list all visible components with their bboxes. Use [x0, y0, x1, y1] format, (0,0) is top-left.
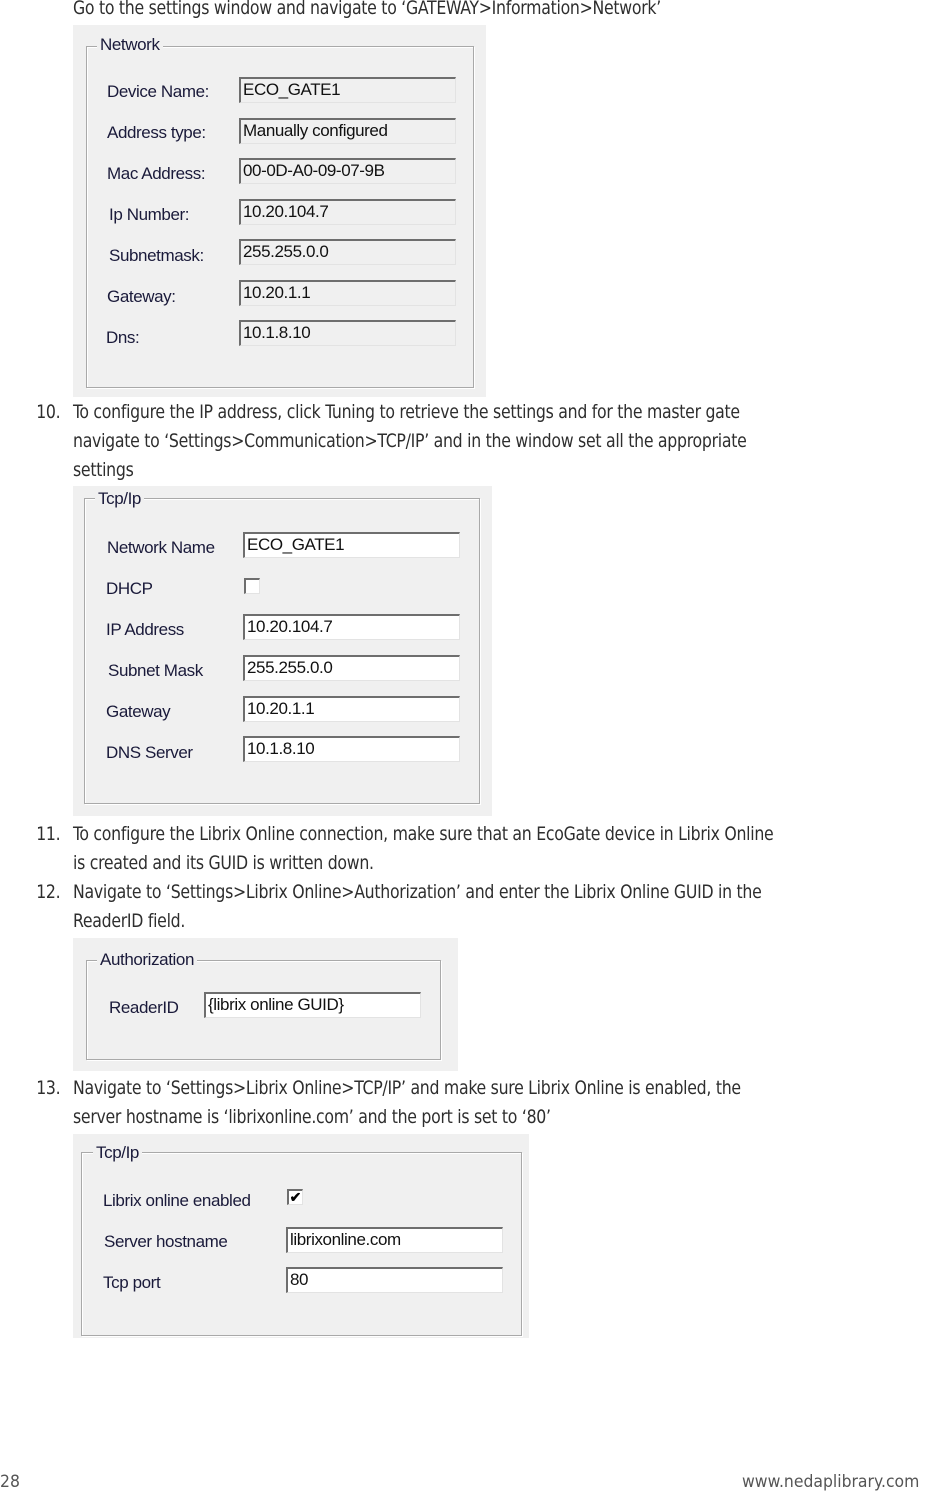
address-type-field: Manually configured: [239, 118, 456, 144]
gateway-label: Gateway: [106, 702, 171, 721]
subnetmask-label: Subnetmask:: [109, 246, 204, 265]
network-name-label: Network Name: [107, 538, 215, 557]
footer-website[interactable]: www.nedaplibrary.com: [742, 1472, 919, 1492]
ip-number-field: 10.20.104.7: [239, 199, 456, 225]
ip-address-input[interactable]: 10.20.104.7: [243, 614, 460, 640]
step-number: 13.: [36, 1077, 61, 1099]
intro-text: Go to the settings window and navigate t…: [73, 0, 661, 19]
step-10: 10. To configure the IP address, click T…: [36, 398, 747, 485]
tcpip-settings-panel: Tcp/Ip Network Name ECO_GATE1 DHCP IP Ad…: [73, 486, 492, 816]
dns-server-input[interactable]: 10.1.8.10: [243, 736, 460, 762]
step-line: settings: [73, 459, 134, 481]
step-line: is created and its GUID is written down.: [73, 852, 374, 874]
authorization-panel: Authorization ReaderID {librix online GU…: [73, 938, 458, 1071]
checkmark-icon: ✔: [289, 1189, 302, 1205]
step-line: To configure the Librix Online connectio…: [73, 823, 774, 845]
librix-enabled-label: Librix online enabled: [103, 1191, 251, 1210]
step-line: server hostname is ‘librixonline.com’ an…: [73, 1106, 551, 1128]
ip-number-label: Ip Number:: [109, 205, 190, 224]
tcpip-groupbox-title: Tcp/Ip: [95, 489, 144, 509]
dhcp-checkbox[interactable]: [244, 578, 260, 594]
subnetmask-field: 255.255.0.0: [239, 239, 456, 265]
network-info-panel: Network Device Name: ECO_GATE1 Address t…: [73, 25, 486, 397]
mac-address-label: Mac Address:: [107, 164, 206, 183]
device-name-label: Device Name:: [107, 82, 209, 101]
step-number: 11.: [36, 823, 61, 845]
librix-tcpip-panel: Tcp/Ip Librix online enabled ✔ Server ho…: [73, 1134, 529, 1338]
network-groupbox-title: Network: [97, 35, 163, 55]
mac-address-field: 00-0D-A0-09-07-9B: [239, 158, 456, 184]
step-11: 11. To configure the Librix Online conne…: [36, 820, 774, 878]
dhcp-label: DHCP: [106, 579, 153, 598]
gateway-label: Gateway:: [107, 287, 176, 306]
tcp-port-label: Tcp port: [103, 1273, 161, 1292]
librix-tcpip-groupbox-title: Tcp/Ip: [93, 1143, 142, 1163]
subnet-mask-input[interactable]: 255.255.0.0: [243, 655, 460, 681]
reader-id-label: ReaderID: [109, 998, 179, 1017]
server-hostname-input[interactable]: librixonline.com: [286, 1227, 503, 1253]
server-hostname-label: Server hostname: [104, 1232, 228, 1251]
reader-id-input[interactable]: {librix online GUID}: [204, 992, 421, 1018]
device-name-field: ECO_GATE1: [239, 77, 456, 103]
step-number: 12.: [36, 881, 61, 903]
step-line: To configure the IP address, click Tunin…: [73, 401, 740, 423]
ip-address-label: IP Address: [106, 620, 184, 639]
step-13: 13. Navigate to ‘Settings>Librix Online>…: [36, 1074, 741, 1132]
dns-server-label: DNS Server: [106, 743, 193, 762]
dns-field: 10.1.8.10: [239, 320, 456, 346]
subnet-mask-label: Subnet Mask: [108, 661, 203, 680]
librix-enabled-checkbox[interactable]: ✔: [287, 1189, 303, 1205]
step-line: ReaderID field.: [73, 910, 186, 932]
step-line: Navigate to ‘Settings>Librix Online>TCP/…: [73, 1077, 741, 1099]
step-line: Navigate to ‘Settings>Librix Online>Auth…: [73, 881, 762, 903]
gateway-input[interactable]: 10.20.1.1: [243, 696, 460, 722]
authorization-groupbox-title: Authorization: [97, 950, 198, 970]
step-12: 12. Navigate to ‘Settings>Librix Online>…: [36, 878, 762, 936]
tcp-port-input[interactable]: 80: [286, 1267, 503, 1293]
step-line: navigate to ‘Settings>Communication>TCP/…: [73, 430, 747, 452]
step-number: 10.: [36, 401, 61, 423]
page-number: 28: [0, 1472, 20, 1492]
address-type-label: Address type:: [107, 123, 206, 142]
dns-label: Dns:: [106, 328, 140, 347]
network-name-input[interactable]: ECO_GATE1: [243, 532, 460, 558]
gateway-field: 10.20.1.1: [239, 280, 456, 306]
